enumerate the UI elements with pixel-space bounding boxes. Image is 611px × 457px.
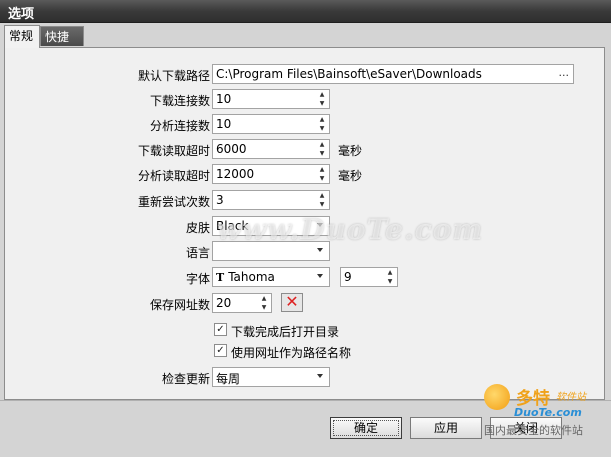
row-saved-urls: 保存网址数 20 ▲ ▼ ✕ (5, 293, 606, 313)
download-timeout-spinner[interactable]: 6000 ▲ ▼ (212, 139, 330, 159)
check-update-value: 每周 (216, 372, 241, 386)
spin-arrows-icon[interactable]: ▲ ▼ (315, 90, 329, 108)
language-label: 语言 (185, 246, 210, 260)
download-connections-value: 10 (216, 92, 232, 106)
chevron-down-icon (317, 274, 323, 278)
font-select-content: T Tahoma (216, 270, 275, 284)
font-size-spinner[interactable]: 9 ▲ ▼ (340, 267, 398, 287)
spin-arrows-icon[interactable]: ▲ ▼ (315, 165, 329, 183)
options-panel: 默认下载路径 C:\Program Files\Bainsoft\eSaver\… (4, 47, 605, 400)
analyze-timeout-value: 12000 (216, 167, 255, 181)
spin-arrows-icon[interactable]: ▲ ▼ (315, 115, 329, 133)
spin-arrows-icon[interactable]: ▲ ▼ (315, 140, 329, 158)
download-path-label: 默认下载路径 (137, 69, 210, 83)
row-font: 字体 T Tahoma 9 ▲ ▼ (5, 267, 606, 287)
ok-button[interactable]: 确定 (330, 417, 402, 439)
font-value: Tahoma (228, 270, 275, 284)
saved-urls-value: 20 (216, 296, 232, 310)
tab-shortcuts[interactable]: 快捷键 (40, 26, 84, 64)
retry-count-label: 重新尝试次数 (137, 195, 210, 209)
spin-arrows-icon[interactable]: ▲ ▼ (315, 191, 329, 209)
download-timeout-unit: 毫秒 (338, 144, 363, 158)
check-update-label: 检查更新 (161, 372, 210, 386)
download-path-value: C:\Program Files\Bainsoft\eSaver\Downloa… (216, 67, 482, 81)
row-retry-count: 重新尝试次数 3 ▲ ▼ (5, 190, 606, 210)
row-download-timeout: 下载读取超时 6000 ▲ ▼ 毫秒 (5, 139, 606, 159)
window-title: 选项 (8, 7, 35, 22)
row-analyze-timeout: 分析读取超时 12000 ▲ ▼ 毫秒 (5, 164, 606, 184)
download-connections-label: 下载连接数 (149, 94, 210, 108)
retry-count-value: 3 (216, 193, 224, 207)
spin-arrows-icon[interactable]: ▲ ▼ (257, 294, 271, 312)
logo-emblem-icon (484, 384, 510, 410)
download-path-input[interactable]: C:\Program Files\Bainsoft\eSaver\Downloa… (212, 64, 574, 84)
site-logo: 多特 软件站 DuoTe.com 国内最安全的软件站 (470, 378, 610, 456)
row-download-connections: 下载连接数 10 ▲ ▼ (5, 89, 606, 109)
saved-urls-spinner[interactable]: 20 ▲ ▼ (212, 293, 272, 313)
font-type-icon: T (216, 271, 225, 284)
open-dir-label: 下载完成后打开目录 (231, 325, 340, 339)
url-path-checkbox[interactable]: ✓ (214, 344, 227, 357)
download-timeout-value: 6000 (216, 142, 247, 156)
row-download-path: 默认下载路径 C:\Program Files\Bainsoft\eSaver\… (5, 64, 606, 84)
analyze-connections-spinner[interactable]: 10 ▲ ▼ (212, 114, 330, 134)
analyze-timeout-unit: 毫秒 (338, 169, 363, 183)
chevron-down-icon (317, 248, 323, 252)
spin-arrows-icon[interactable]: ▲ ▼ (383, 268, 397, 286)
check-update-select[interactable]: 每周 (212, 367, 330, 387)
chevron-down-icon (317, 374, 323, 378)
row-url-path: ✓ 使用网址作为路径名称 (5, 341, 606, 361)
analyze-timeout-spinner[interactable]: 12000 ▲ ▼ (212, 164, 330, 184)
download-connections-spinner[interactable]: 10 ▲ ▼ (212, 89, 330, 109)
title-bar: 选项 (0, 0, 611, 23)
analyze-connections-value: 10 (216, 117, 232, 131)
logo-url: DuoTe.com (514, 406, 582, 419)
watermark-text: www.DuoTe.com (217, 213, 484, 246)
download-timeout-label: 下载读取超时 (137, 144, 210, 158)
row-open-dir: ✓ 下载完成后打开目录 (5, 320, 606, 340)
analyze-connections-label: 分析连接数 (149, 119, 210, 133)
font-size-value: 9 (344, 270, 352, 284)
analyze-timeout-label: 分析读取超时 (137, 169, 210, 183)
retry-count-spinner[interactable]: 3 ▲ ▼ (212, 190, 330, 210)
logo-brand-sub: 软件站 (556, 392, 586, 403)
url-path-label: 使用网址作为路径名称 (231, 346, 352, 360)
row-analyze-connections: 分析连接数 10 ▲ ▼ (5, 114, 606, 134)
logo-slogan: 国内最安全的软件站 (484, 424, 583, 437)
close-x-icon: ✕ (285, 292, 299, 311)
browse-button[interactable]: ... (559, 66, 570, 79)
skin-label: 皮肤 (185, 221, 210, 235)
clear-urls-button[interactable]: ✕ (281, 293, 303, 312)
font-label: 字体 (185, 272, 210, 286)
tab-general[interactable]: 常规 (4, 25, 40, 48)
open-dir-checkbox[interactable]: ✓ (214, 323, 227, 336)
tab-bar: 常规 快捷键 (0, 23, 611, 64)
saved-urls-label: 保存网址数 (149, 298, 210, 312)
font-select[interactable]: T Tahoma (212, 267, 330, 287)
